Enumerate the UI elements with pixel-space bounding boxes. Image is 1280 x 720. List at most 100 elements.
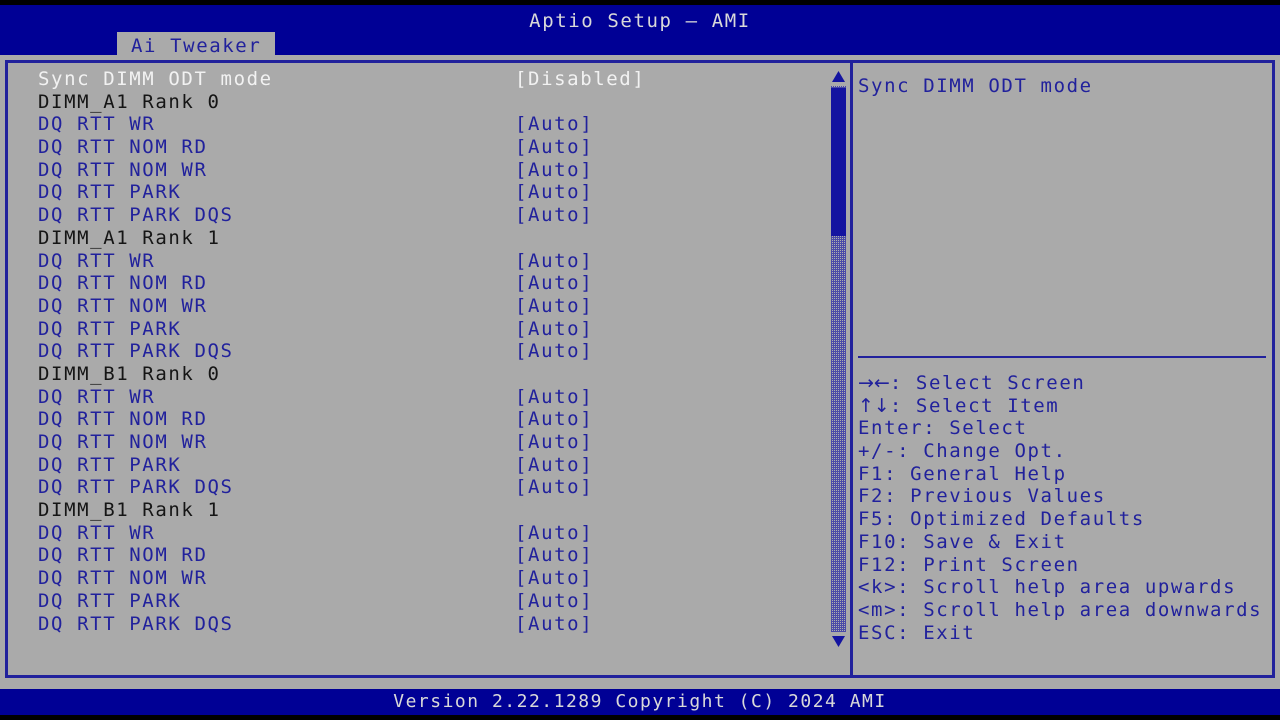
settings-group-header: DIMM_A1 Rank 1: [12, 227, 824, 250]
list-scrollbar[interactable]: [830, 70, 847, 648]
setting-value[interactable]: [Auto]: [515, 590, 593, 613]
setting-label: DQ RTT NOM RD: [38, 544, 208, 567]
setting-label: DIMM_B1 Rank 0: [38, 362, 221, 385]
bottom-black-strip: [0, 715, 1280, 720]
legend-item: →←: Select Screen: [858, 372, 1268, 395]
setting-value[interactable]: [Auto]: [515, 567, 593, 590]
settings-row[interactable]: DQ RTT WR [Auto]: [12, 250, 824, 273]
settings-row[interactable]: DQ RTT PARK DQS [Auto]: [12, 476, 824, 499]
setting-value[interactable]: [Auto]: [515, 136, 593, 159]
setting-label: DQ RTT NOM WR: [38, 567, 208, 590]
setting-value[interactable]: [Auto]: [515, 386, 593, 409]
setting-value[interactable]: [Auto]: [515, 272, 593, 295]
legend-label: ESC: Exit: [858, 621, 976, 644]
setting-value[interactable]: [Auto]: [515, 408, 593, 431]
legend-label: : Select Item: [889, 394, 1060, 417]
setting-label: DIMM_B1 Rank 1: [38, 499, 221, 522]
settings-group-header: DIMM_B1 Rank 0: [12, 363, 824, 386]
setting-label: DQ RTT PARK: [38, 453, 182, 476]
settings-row[interactable]: DQ RTT PARK [Auto]: [12, 318, 824, 341]
setting-value[interactable]: [Disabled]: [515, 68, 645, 91]
setting-label: DQ RTT PARK: [38, 317, 182, 340]
setting-value[interactable]: [Auto]: [515, 318, 593, 341]
setting-value[interactable]: [Auto]: [515, 522, 593, 545]
header-bar: Aptio Setup – AMI Ai Tweaker: [0, 5, 1280, 60]
setting-value[interactable]: [Auto]: [515, 476, 593, 499]
settings-row[interactable]: DQ RTT PARK [Auto]: [12, 454, 824, 477]
settings-row[interactable]: Sync DIMM ODT mode [Disabled]: [12, 68, 824, 91]
legend-label: F12: Print Screen: [858, 553, 1080, 576]
setting-label: DQ RTT NOM RD: [38, 272, 208, 295]
settings-row[interactable]: DQ RTT NOM WR [Auto]: [12, 295, 824, 318]
setting-value[interactable]: [Auto]: [515, 544, 593, 567]
setting-label: DQ RTT WR: [38, 521, 156, 544]
settings-row[interactable]: DQ RTT NOM RD [Auto]: [12, 136, 824, 159]
legend-label: <m>: Scroll help area downwards: [858, 598, 1263, 621]
legend-label: F10: Save & Exit: [858, 530, 1067, 553]
legend-item: +/-: Change Opt.: [858, 440, 1268, 463]
setting-value[interactable]: [Auto]: [515, 613, 593, 636]
setting-label: DQ RTT NOM WR: [38, 294, 208, 317]
version-text: Version 2.22.1289 Copyright (C) 2024 AMI: [393, 691, 887, 712]
settings-row[interactable]: DQ RTT PARK DQS [Auto]: [12, 613, 824, 636]
setting-value[interactable]: [Auto]: [515, 340, 593, 363]
legend-label: F5: Optimized Defaults: [858, 508, 1145, 531]
setting-label: DQ RTT NOM WR: [38, 431, 208, 453]
setting-label: DIMM_A1 Rank 1: [38, 226, 221, 249]
legend-item: Enter: Select: [858, 417, 1268, 440]
setting-value[interactable]: [Auto]: [515, 454, 593, 477]
legend-label: F2: Previous Values: [858, 485, 1106, 508]
settings-row[interactable]: DQ RTT WR [Auto]: [12, 386, 824, 409]
settings-row[interactable]: DQ RTT PARK [Auto]: [12, 590, 824, 613]
settings-row[interactable]: DQ RTT NOM RD [Auto]: [12, 544, 824, 567]
settings-list[interactable]: Sync DIMM ODT mode [Disabled] DIMM_A1 Rank…: [12, 68, 824, 668]
setting-value[interactable]: [Auto]: [515, 431, 593, 454]
legend-item: <m>: Scroll help area downwards: [858, 599, 1268, 622]
legend-item: ↑↓: Select Item: [858, 395, 1268, 418]
setting-label: DQ RTT WR: [38, 249, 156, 272]
setting-label: Sync DIMM ODT mode: [38, 68, 273, 90]
settings-row[interactable]: DQ RTT WR [Auto]: [12, 522, 824, 545]
settings-row[interactable]: DQ RTT PARK [Auto]: [12, 181, 824, 204]
setting-value[interactable]: [Auto]: [515, 250, 593, 273]
key-legend: →←: Select Screen ↑↓: Select Item Enter: S…: [858, 372, 1268, 644]
triangle-up-icon[interactable]: [831, 70, 846, 83]
footer-bar: Version 2.22.1289 Copyright (C) 2024 AMI: [0, 689, 1280, 715]
settings-row[interactable]: DQ RTT NOM WR [Auto]: [12, 431, 824, 454]
setting-label: DQ RTT NOM RD: [38, 408, 208, 431]
legend-item: F12: Print Screen: [858, 554, 1268, 577]
setting-value[interactable]: [Auto]: [515, 204, 593, 227]
setting-label: DQ RTT WR: [38, 113, 156, 136]
setting-label: DQ RTT PARK DQS: [38, 476, 234, 499]
legend-arrow-icon: ↑↓: [858, 394, 890, 417]
legend-label: <k>: Scroll help area upwards: [858, 576, 1237, 599]
triangle-down-icon[interactable]: [831, 635, 846, 648]
scrollbar-thumb[interactable]: [831, 88, 846, 236]
legend-item: F10: Save & Exit: [858, 531, 1268, 554]
legend-label: Enter: Select: [858, 417, 1028, 440]
legend-label: : Select Screen: [889, 372, 1086, 394]
legend-item: F5: Optimized Defaults: [858, 508, 1268, 531]
setting-value[interactable]: [Auto]: [515, 159, 593, 182]
settings-row[interactable]: DQ RTT NOM RD [Auto]: [12, 408, 824, 431]
settings-group-header: DIMM_B1 Rank 1: [12, 499, 824, 522]
settings-row[interactable]: DQ RTT PARK DQS [Auto]: [12, 204, 824, 227]
legend-item: F2: Previous Values: [858, 485, 1268, 508]
setting-value[interactable]: [Auto]: [515, 113, 593, 136]
settings-row[interactable]: DQ RTT WR [Auto]: [12, 113, 824, 136]
setting-value[interactable]: [Auto]: [515, 181, 593, 204]
setting-value[interactable]: [Auto]: [515, 295, 593, 318]
settings-row[interactable]: DQ RTT NOM WR [Auto]: [12, 159, 824, 182]
setting-label: DQ RTT PARK DQS: [38, 612, 234, 635]
setting-label: DQ RTT NOM RD: [38, 136, 208, 159]
settings-group-header: DIMM_A1 Rank 0: [12, 91, 824, 114]
setting-label: DQ RTT PARK DQS: [38, 204, 234, 227]
legend-label: +/-: Change Opt.: [858, 440, 1067, 463]
settings-row[interactable]: DQ RTT NOM WR [Auto]: [12, 567, 824, 590]
pane-divider: [850, 63, 853, 675]
setting-label: DQ RTT PARK: [38, 589, 182, 612]
settings-row[interactable]: DQ RTT PARK DQS [Auto]: [12, 340, 824, 363]
settings-row[interactable]: DQ RTT NOM RD [Auto]: [12, 272, 824, 295]
legend-arrow-icon: →←: [858, 372, 890, 394]
page-title: Aptio Setup – AMI: [529, 10, 751, 32]
